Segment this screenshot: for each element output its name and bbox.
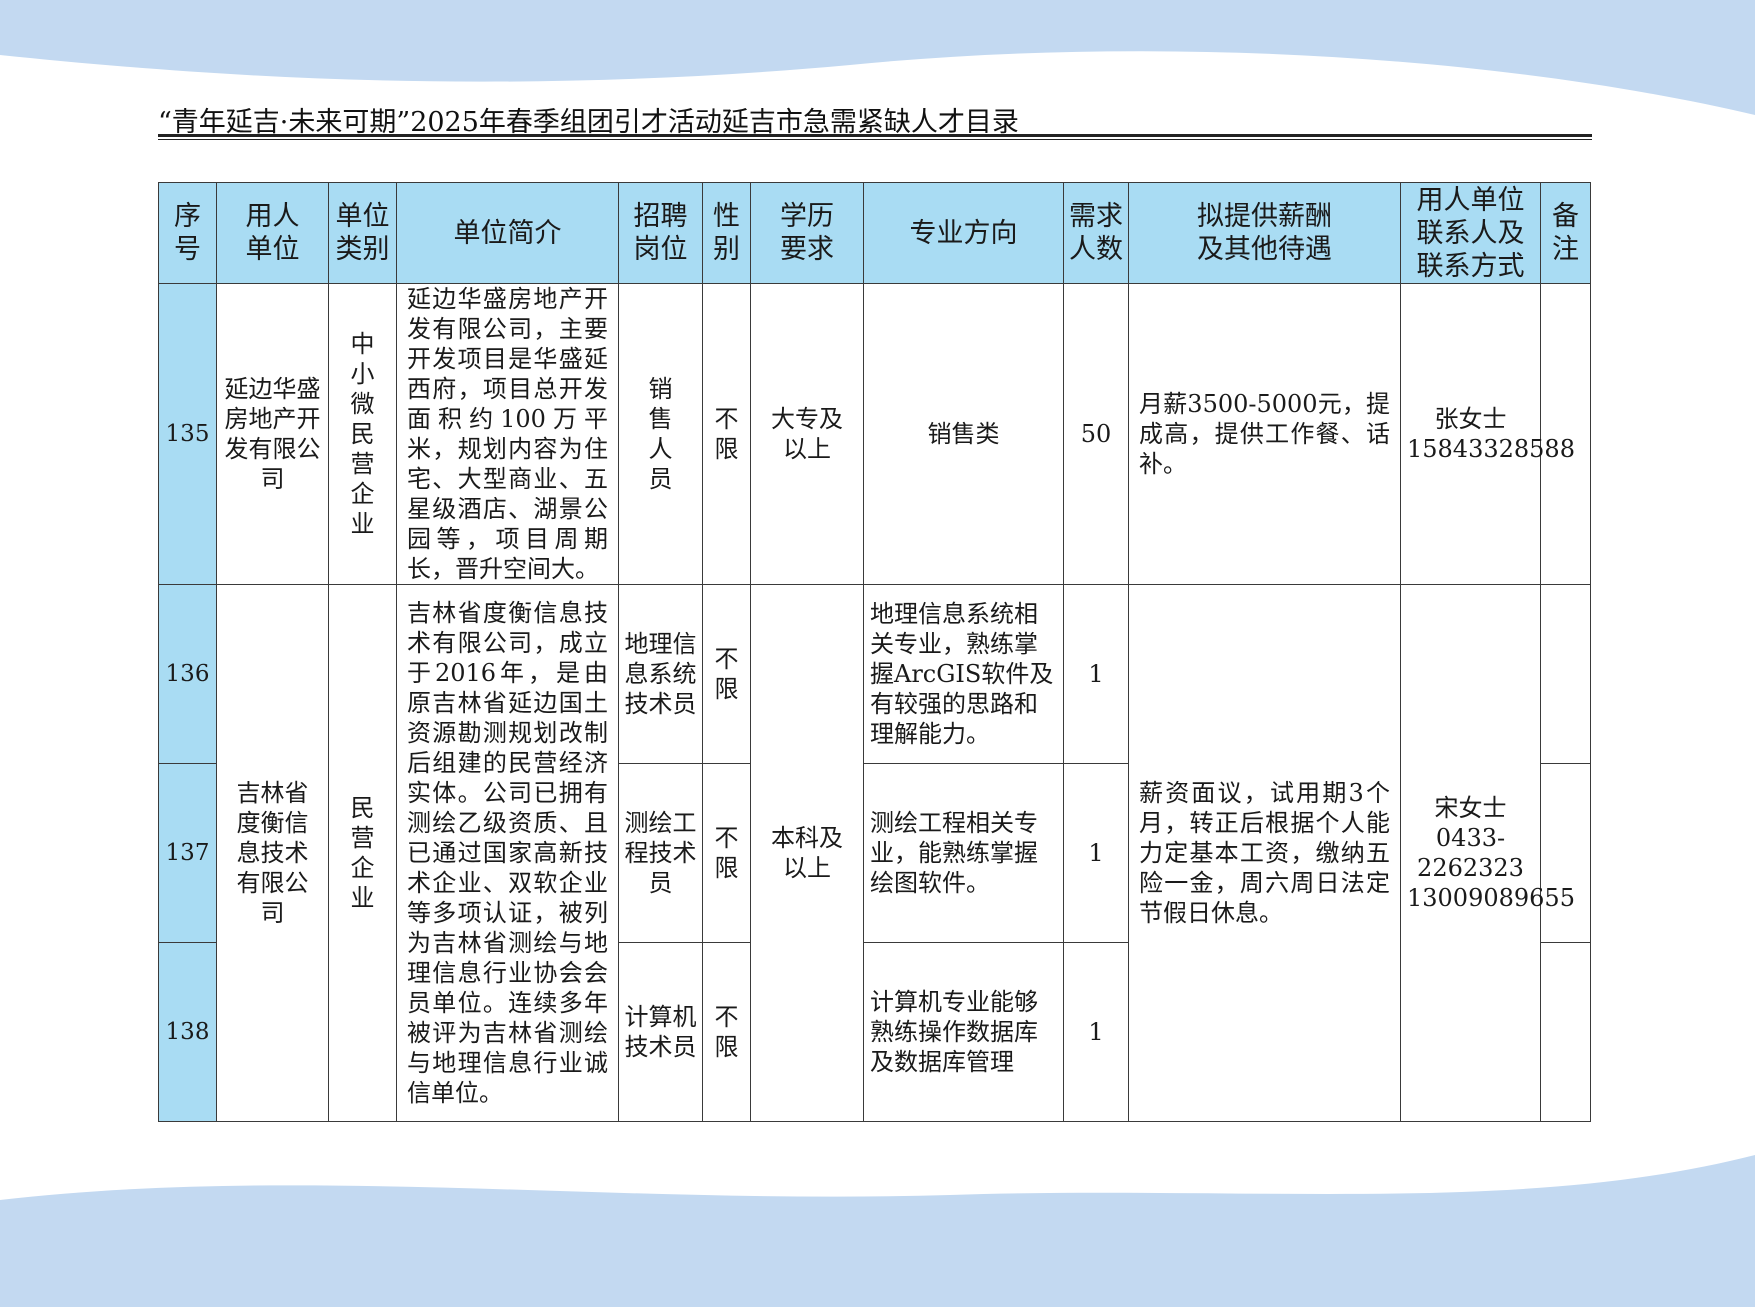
row-number: 137 xyxy=(158,763,217,943)
table-row: 136 吉林省度衡信息技术有限公司 民营企业 吉林省度衡信息技术有限公司，成立于… xyxy=(158,584,1591,1122)
education-requirement: 大专及以上 xyxy=(750,283,864,585)
title-rule-thin xyxy=(158,139,1592,140)
col-header-unit: 用人单位 xyxy=(216,182,329,284)
contact-info: 张女士 15843328588 xyxy=(1400,283,1575,585)
remark xyxy=(1540,763,1591,943)
headcount: 1 xyxy=(1063,942,1129,1122)
talent-table: 序号 用人单位 单位类别 单位简介 招聘岗位 性别 学历要求 专业方向 需求人数… xyxy=(158,182,1591,1122)
gender-requirement: 不限 xyxy=(702,942,751,1122)
headcount: 1 xyxy=(1063,763,1129,943)
employer-intro: 延边华盛房地产开发有限公司，主要开发项目是华盛延西府，项目总开发面积约100万平… xyxy=(396,283,619,585)
row-number: 135 xyxy=(158,283,217,585)
gender-requirement: 不限 xyxy=(702,763,751,943)
major-direction: 销售类 xyxy=(863,283,1064,585)
col-header-gender: 性别 xyxy=(702,182,751,284)
salary-benefits: 月薪3500-5000元，提成高，提供工作餐、话补。 xyxy=(1128,283,1401,585)
employer-name: 延边华盛房地产开发有限公司 xyxy=(216,283,329,585)
education-requirement: 本科及以上 xyxy=(750,584,864,1122)
major-direction: 测绘工程相关专业，能熟练掌握绘图软件。 xyxy=(863,763,1064,943)
major-direction: 地理信息系统相关专业，熟练掌握ArcGIS软件及有较强的思路和理解能力。 xyxy=(863,584,1064,764)
salary-benefits: 薪资面议，试用期3个月，转正后根据个人能力定基本工资，缴纳五险一金，周六周日法定… xyxy=(1128,584,1401,1122)
major-direction: 计算机专业能够熟练操作数据库及数据库管理 xyxy=(863,942,1064,1122)
col-header-education: 学历要求 xyxy=(750,182,864,284)
col-header-no: 序号 xyxy=(158,182,217,284)
title-rule-thick xyxy=(158,134,1592,137)
employer-category: 中小微民营企业 xyxy=(328,283,397,585)
col-header-intro: 单位简介 xyxy=(396,182,619,284)
headcount: 50 xyxy=(1063,283,1129,585)
gender-requirement: 不限 xyxy=(702,283,751,585)
table-row: 135 延边华盛房地产开发有限公司 中小微民营企业 延边华盛房地产开发有限公司，… xyxy=(158,283,1591,585)
job-position: 计算机技术员 xyxy=(618,942,703,1122)
job-position: 销售人员 xyxy=(618,283,703,585)
headcount: 1 xyxy=(1063,584,1129,764)
contact-info: 宋女士 0433-2262323 13009089655 xyxy=(1400,584,1575,1122)
remark xyxy=(1540,584,1591,764)
employer-name: 吉林省度衡信息技术有限公司 xyxy=(216,584,329,1122)
gender-requirement: 不限 xyxy=(702,584,751,764)
employer-intro: 吉林省度衡信息技术有限公司，成立于2016年，是由原吉林省延边国土资源勘测规划改… xyxy=(396,584,619,1122)
employer-category: 民营企业 xyxy=(328,584,397,1122)
row-number: 138 xyxy=(158,942,217,1122)
col-header-position: 招聘岗位 xyxy=(618,182,703,284)
job-position: 测绘工程技术员 xyxy=(618,763,703,943)
row-number: 136 xyxy=(158,584,217,764)
col-header-category: 单位类别 xyxy=(328,182,397,284)
remark xyxy=(1540,283,1591,585)
col-header-count: 需求人数 xyxy=(1063,182,1129,284)
remark xyxy=(1540,942,1591,1122)
col-header-contact: 用人单位联系人及联系方式 xyxy=(1400,182,1541,284)
job-position: 地理信息系统技术员 xyxy=(618,584,703,764)
table-header-row: 序号 用人单位 单位类别 单位简介 招聘岗位 性别 学历要求 专业方向 需求人数… xyxy=(158,182,1591,284)
col-header-major: 专业方向 xyxy=(863,182,1064,284)
col-header-salary: 拟提供薪酬及其他待遇 xyxy=(1128,182,1401,284)
col-header-remark: 备注 xyxy=(1540,182,1591,284)
